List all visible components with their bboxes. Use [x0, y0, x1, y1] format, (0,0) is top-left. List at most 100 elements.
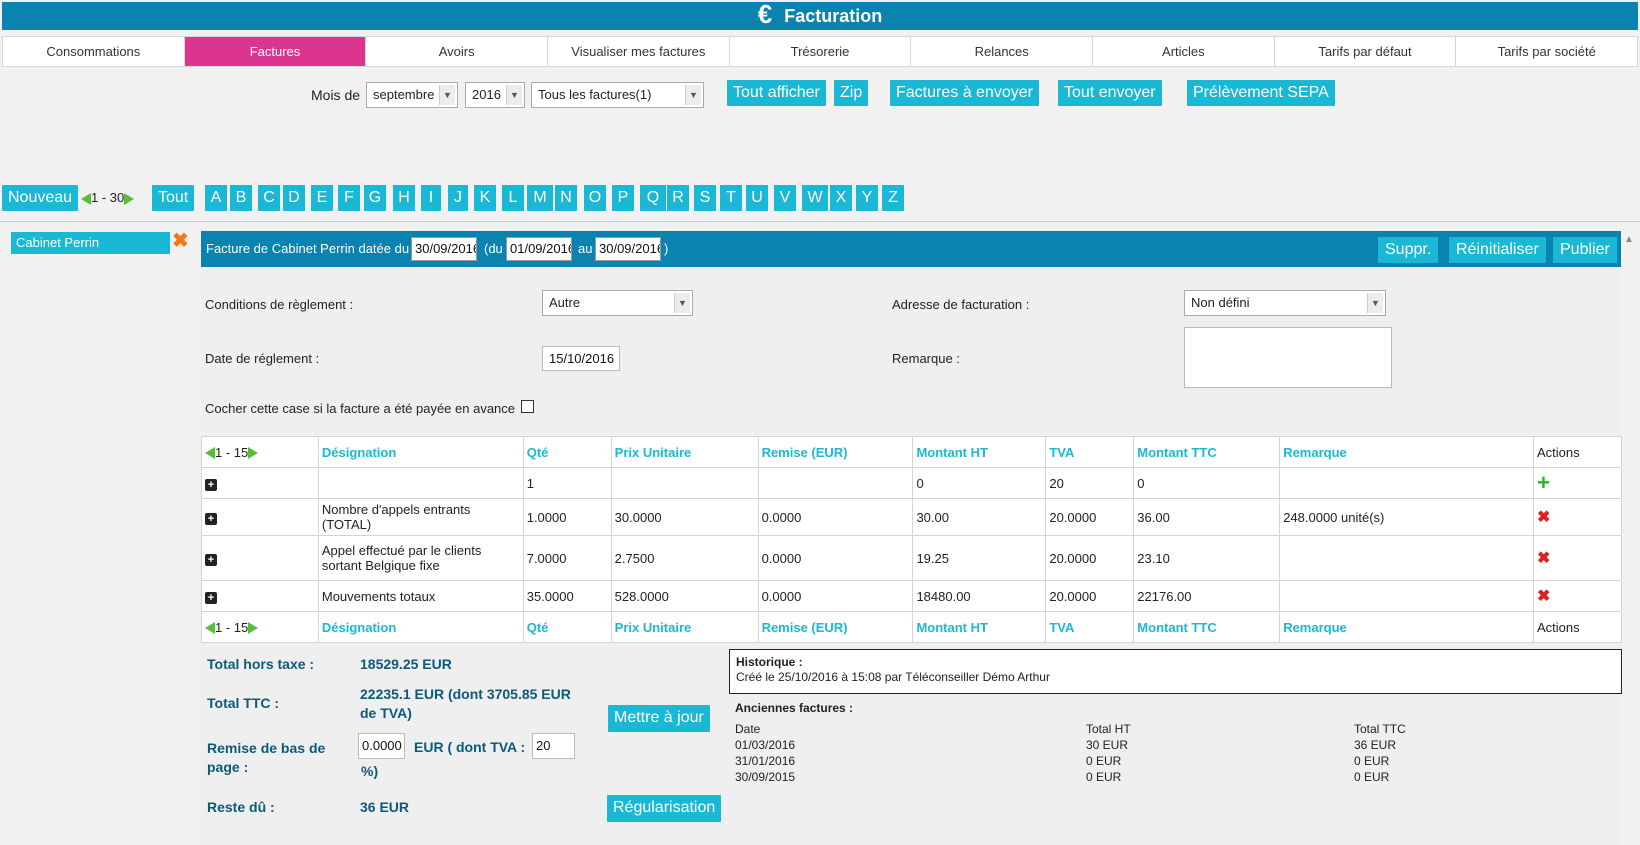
cell[interactable]: 20 [1045, 467, 1135, 499]
delete-button[interactable]: Suppr. [1378, 237, 1439, 263]
period-to-input[interactable]: 30/09/2016 [595, 237, 661, 261]
col-remise[interactable]: Remise (EUR) [757, 611, 914, 643]
tab-tresorerie[interactable]: Trésorerie [730, 37, 912, 66]
letter-button-q[interactable]: Q [640, 185, 666, 211]
month-select[interactable]: septembre ▼ [366, 82, 458, 108]
letter-button-d[interactable]: D [283, 185, 305, 211]
cell[interactable] [317, 467, 524, 499]
cell[interactable] [757, 467, 914, 499]
zip-button[interactable]: Zip [834, 80, 869, 106]
letter-button-f[interactable]: F [338, 185, 360, 211]
tab-visualiser[interactable]: Visualiser mes factures [548, 37, 730, 66]
expand-icon[interactable]: + [205, 591, 217, 604]
prev-arrow-icon[interactable] [205, 447, 215, 460]
new-button[interactable]: Nouveau [2, 185, 79, 211]
col-tva[interactable]: TVA [1045, 611, 1135, 643]
next-arrow-icon[interactable] [124, 192, 135, 205]
reset-button[interactable]: Réinitialiser [1449, 237, 1546, 263]
letter-button-x[interactable]: X [830, 185, 852, 211]
letter-button-r[interactable]: R [667, 185, 689, 211]
col-remarque[interactable]: Remarque [1279, 611, 1534, 643]
conditions-select[interactable]: Autre ▼ [542, 290, 693, 316]
update-button[interactable]: Mettre à jour [608, 705, 710, 732]
publish-button[interactable]: Publier [1553, 237, 1617, 263]
remark-textarea[interactable] [1184, 327, 1392, 388]
letter-button-b[interactable]: B [230, 185, 252, 211]
period-from-input[interactable]: 01/09/2016 [506, 237, 572, 261]
type-select[interactable]: Tous les factures(1) ▼ [531, 82, 704, 108]
col-designation[interactable]: Désignation [317, 436, 524, 468]
remise-input[interactable]: 0.0000 [358, 733, 405, 759]
letter-button-c[interactable]: C [258, 185, 280, 211]
tab-relances[interactable]: Relances [911, 37, 1094, 66]
close-icon[interactable]: ✖ [172, 230, 189, 252]
tab-tarifs-societe[interactable]: Tarifs par société [1456, 37, 1637, 66]
letter-button-l[interactable]: L [502, 185, 524, 211]
list-item[interactable]: 01/03/2016 30 EUR 36 EUR [735, 737, 1406, 753]
invoice-date-input[interactable]: 30/09/2016 [411, 237, 477, 261]
letter-button-n[interactable]: N [555, 185, 577, 211]
address-select[interactable]: Non défini ▼ [1184, 290, 1386, 316]
col-remarque[interactable]: Remarque [1279, 436, 1534, 468]
letter-button-h[interactable]: H [393, 185, 415, 211]
tab-avoirs[interactable]: Avoirs [366, 37, 549, 66]
year-select[interactable]: 2016 ▼ [465, 82, 525, 108]
col-montant-ttc[interactable]: Montant TTC [1133, 436, 1281, 468]
letter-button-k[interactable]: K [474, 185, 496, 211]
client-item[interactable]: Cabinet Perrin [11, 232, 170, 254]
letter-button-w[interactable]: W [802, 185, 828, 211]
letter-button-m[interactable]: M [527, 185, 553, 211]
delete-row-icon[interactable]: ✖ [1537, 588, 1550, 605]
expand-icon[interactable]: + [205, 478, 217, 491]
show-all-button[interactable]: Tout afficher [727, 80, 826, 106]
letter-button-t[interactable]: T [720, 185, 742, 211]
col-remise[interactable]: Remise (EUR) [757, 436, 914, 468]
next-arrow-icon[interactable] [248, 622, 259, 635]
letter-button-z[interactable]: Z [882, 185, 904, 211]
letter-button-o[interactable]: O [584, 185, 606, 211]
col-prix[interactable]: Prix Unitaire [610, 611, 759, 643]
col-designation[interactable]: Désignation [317, 611, 524, 643]
col-prix[interactable]: Prix Unitaire [610, 436, 759, 468]
paid-checkbox[interactable] [521, 400, 534, 413]
prev-arrow-icon[interactable] [205, 622, 215, 635]
col-montant-ht[interactable]: Montant HT [912, 436, 1047, 468]
remise-tva-input[interactable]: 20 [532, 733, 575, 759]
cell[interactable] [610, 467, 759, 499]
send-all-button[interactable]: Tout envoyer [1058, 80, 1162, 106]
list-item[interactable]: 31/01/2016 0 EUR 0 EUR [735, 753, 1406, 769]
letter-button-i[interactable]: I [421, 185, 441, 211]
tab-tarifs-defaut[interactable]: Tarifs par défaut [1275, 37, 1457, 66]
letter-button-p[interactable]: P [612, 185, 634, 211]
tab-factures[interactable]: Factures [184, 37, 367, 66]
cell[interactable]: 1 [522, 467, 612, 499]
invoices-to-send-button[interactable]: Factures à envoyer [890, 80, 1039, 106]
regularisation-button[interactable]: Régularisation [607, 795, 722, 822]
col-qte[interactable]: Qté [522, 436, 612, 468]
letter-button-j[interactable]: J [448, 185, 468, 211]
tab-consommations[interactable]: Consommations [3, 37, 185, 66]
letter-button-y[interactable]: Y [856, 185, 878, 211]
col-montant-ht[interactable]: Montant HT [912, 611, 1047, 643]
delete-row-icon[interactable]: ✖ [1537, 509, 1550, 526]
letter-button-a[interactable]: A [205, 185, 227, 211]
add-row-icon[interactable]: + [1537, 470, 1550, 495]
next-arrow-icon[interactable] [248, 447, 259, 460]
expand-icon[interactable]: + [205, 553, 217, 566]
cell[interactable] [1279, 467, 1534, 499]
col-tva[interactable]: TVA [1045, 436, 1135, 468]
sepa-button[interactable]: Prélèvement SEPA [1187, 80, 1335, 106]
tab-articles[interactable]: Articles [1093, 37, 1275, 66]
letter-button-g[interactable]: G [364, 185, 386, 211]
expand-icon[interactable]: + [205, 512, 217, 525]
scroll-up-icon[interactable]: ▲ [1624, 234, 1634, 245]
col-qte[interactable]: Qté [522, 611, 612, 643]
col-montant-ttc[interactable]: Montant TTC [1133, 611, 1281, 643]
letter-button-u[interactable]: U [746, 185, 768, 211]
payment-date-input[interactable]: 15/10/2016 [542, 346, 620, 371]
letter-all-button[interactable]: Tout [152, 185, 195, 211]
delete-row-icon[interactable]: ✖ [1537, 550, 1550, 567]
letter-button-s[interactable]: S [694, 185, 716, 211]
letter-button-v[interactable]: V [774, 185, 796, 211]
list-item[interactable]: 30/09/2015 0 EUR 0 EUR [735, 769, 1406, 785]
